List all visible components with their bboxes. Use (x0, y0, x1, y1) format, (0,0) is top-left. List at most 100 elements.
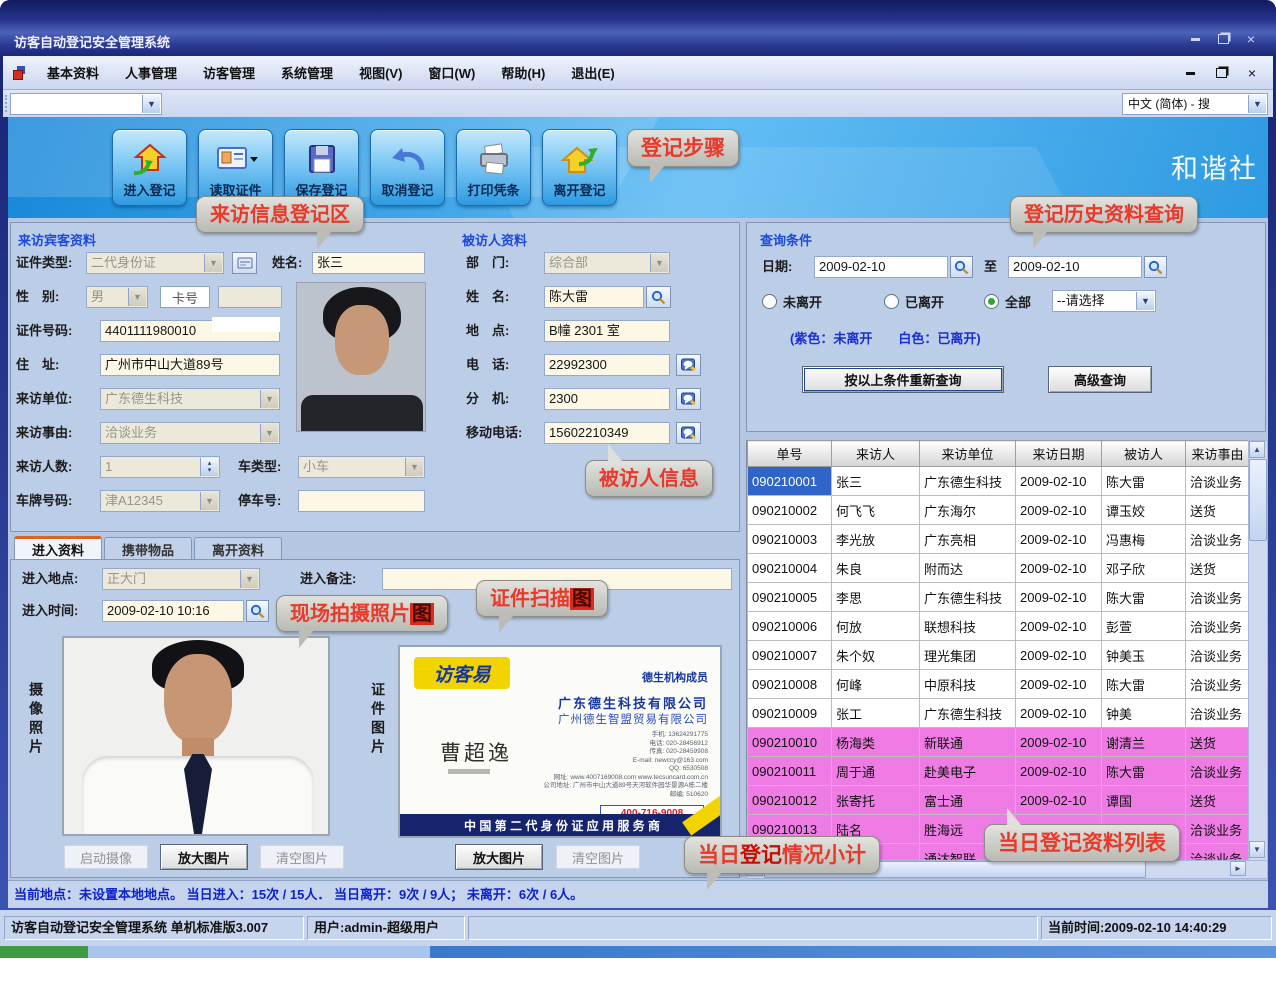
cell-visitor[interactable]: 周于通 (832, 757, 920, 786)
cell-reason[interactable]: 洽谈业务 (1186, 612, 1250, 641)
cell-company[interactable]: 附而达 (920, 554, 1016, 583)
col-header-id[interactable]: 单号 (748, 441, 832, 467)
menu-item-hr[interactable]: 人事管理 (112, 56, 190, 89)
table-row[interactable]: 090210002何飞飞广东海尔2009-02-10谭玉姣送货 (748, 496, 1250, 525)
cell-reason[interactable]: 送货 (1186, 728, 1250, 757)
cell-date[interactable]: 2009-02-10 (1016, 699, 1102, 728)
place-input[interactable]: B幢 2301 室 (544, 320, 670, 342)
cell-host[interactable]: 钟美 (1102, 699, 1186, 728)
col-header-date[interactable]: 来访日期 (1016, 441, 1102, 467)
address-input[interactable]: 广州市中山大道89号 (100, 354, 280, 376)
id-type-combobox[interactable]: 二代身份证 ▼ (86, 252, 224, 274)
gender-combobox[interactable]: 男 ▼ (86, 286, 148, 308)
chevron-down-icon[interactable]: ▼ (260, 424, 278, 442)
cell-reason[interactable]: 送货 (1186, 554, 1250, 583)
cell-date[interactable]: 2009-02-10 (1016, 554, 1102, 583)
cell-reason[interactable]: 洽谈业务 (1186, 815, 1250, 844)
print-slip-button[interactable]: 打印凭条 (456, 129, 531, 206)
cell-date[interactable]: 2009-02-10 (1016, 583, 1102, 612)
table-row[interactable]: 090210001张三广东德生科技2009-02-10陈大雷洽谈业务 (748, 467, 1250, 496)
cell-host[interactable]: 陈大雷 (1102, 467, 1186, 496)
enter-location-combobox[interactable]: 正大门 ▼ (102, 568, 260, 590)
cell-date[interactable]: 2009-02-10 (1016, 467, 1102, 496)
cell-visitor[interactable]: 何峰 (832, 670, 920, 699)
cell-company[interactable]: 广东亮相 (920, 525, 1016, 554)
cell-host[interactable]: 陈大雷 (1102, 757, 1186, 786)
extension-input[interactable]: 2300 (544, 388, 670, 410)
col-header-host[interactable]: 被访人 (1102, 441, 1186, 467)
requery-button[interactable]: 按以上条件重新查询 (802, 366, 1004, 393)
phone-input[interactable]: 22992300 (544, 354, 670, 376)
cell-company[interactable]: 广东德生科技 (920, 583, 1016, 612)
enter-time-input[interactable]: 2009-02-10 10:16 (102, 600, 244, 622)
table-row[interactable]: 090210010杨海类新联通2009-02-10谢清兰送货 (748, 728, 1250, 757)
cell-date[interactable]: 2009-02-10 (1016, 728, 1102, 757)
cell-visitor[interactable]: 朱良 (832, 554, 920, 583)
cell-company[interactable]: 理光集团 (920, 641, 1016, 670)
menu-item-window[interactable]: 窗口(W) (415, 56, 488, 89)
chevron-down-icon[interactable]: ▼ (128, 288, 146, 306)
cell-company[interactable]: 新联通 (920, 728, 1016, 757)
menu-item-exit[interactable]: 退出(E) (558, 56, 627, 89)
cell-reason[interactable]: 洽谈业务 (1186, 641, 1250, 670)
cell-id[interactable]: 090210011 (748, 757, 832, 786)
tab-carried-items[interactable]: 携带物品 (104, 537, 192, 560)
table-row[interactable]: 090210011周于通赴美电子2009-02-10陈大雷洽谈业务 (748, 757, 1250, 786)
enter-register-button[interactable]: 进入登记 (112, 129, 187, 206)
visitor-name-input[interactable]: 张三 (312, 252, 425, 274)
advanced-query-button[interactable]: 高级查询 (1048, 366, 1152, 393)
toolbar-grip[interactable] (5, 95, 8, 112)
cell-reason[interactable]: 洽谈业务 (1186, 757, 1250, 786)
chevron-down-icon[interactable]: ▼ (142, 95, 160, 113)
cell-reason[interactable]: 洽谈业务 (1186, 699, 1250, 728)
cell-id[interactable]: 090210010 (748, 728, 832, 757)
date-to-input[interactable]: 2009-02-10 (1008, 256, 1142, 278)
sms-ext-icon-button[interactable] (676, 388, 701, 410)
cell-visitor[interactable]: 何飞飞 (832, 496, 920, 525)
cell-id[interactable]: 090210012 (748, 786, 832, 815)
table-row[interactable]: 090210007朱个奴理光集团2009-02-10钟美玉洽谈业务 (748, 641, 1250, 670)
cell-company[interactable]: 广东德生科技 (920, 699, 1016, 728)
cell-host[interactable]: 谢清兰 (1102, 728, 1186, 757)
vscroll-thumb[interactable] (1249, 459, 1267, 541)
table-row[interactable]: 090210005李思广东德生科技2009-02-10陈大雷洽谈业务 (748, 583, 1250, 612)
col-header-visitor[interactable]: 来访人 (832, 441, 920, 467)
chevron-down-icon[interactable]: ▼ (405, 458, 423, 476)
cell-date[interactable]: 2009-02-10 (1016, 670, 1102, 699)
cell-visitor[interactable]: 张寄托 (832, 786, 920, 815)
cell-id[interactable]: 090210001 (748, 467, 832, 496)
read-card-icon-button[interactable] (232, 252, 257, 274)
cell-company[interactable]: 赴美电子 (920, 757, 1016, 786)
cell-host[interactable]: 谭国 (1102, 786, 1186, 815)
restore-icon[interactable] (1212, 30, 1234, 48)
cell-reason[interactable]: 洽谈业务 (1186, 583, 1250, 612)
card-number-input[interactable] (218, 286, 282, 308)
cell-id[interactable]: 090210009 (748, 699, 832, 728)
cell-reason[interactable]: 洽谈业务 (1186, 525, 1250, 554)
quick-search-combobox[interactable]: ▼ (10, 93, 162, 115)
cell-visitor[interactable]: 朱个奴 (832, 641, 920, 670)
cell-visitor[interactable]: 李光放 (832, 525, 920, 554)
table-row[interactable]: 090210008何峰中原科技2009-02-10陈大雷洽谈业务 (748, 670, 1250, 699)
cell-date[interactable]: 2009-02-10 (1016, 496, 1102, 525)
cell-date[interactable]: 2009-02-10 (1016, 641, 1102, 670)
mdi-close-icon[interactable]: × (1241, 64, 1263, 82)
cell-visitor[interactable]: 张工 (832, 699, 920, 728)
cell-date[interactable]: 2009-02-10 (1016, 612, 1102, 641)
cell-visitor[interactable]: 李思 (832, 583, 920, 612)
cell-company[interactable]: 联想科技 (920, 612, 1016, 641)
mobile-input[interactable]: 15602210349 (544, 422, 670, 444)
host-search-icon-button[interactable] (646, 286, 671, 308)
cell-reason[interactable]: 洽谈业务 (1186, 467, 1250, 496)
cancel-register-button[interactable]: 取消登记 (370, 129, 445, 206)
clear-scan-button[interactable]: 清空图片 (556, 845, 640, 869)
table-row[interactable]: 090210004朱良附而达2009-02-10邓子欣送货 (748, 554, 1250, 583)
cell-id[interactable]: 090210005 (748, 583, 832, 612)
cell-host[interactable]: 谭玉姣 (1102, 496, 1186, 525)
leave-register-button[interactable]: 离开登记 (542, 129, 617, 206)
cell-host[interactable]: 钟美玉 (1102, 641, 1186, 670)
parking-number-input[interactable] (298, 490, 425, 512)
cell-id[interactable]: 090210004 (748, 554, 832, 583)
cell-visitor[interactable]: 何放 (832, 612, 920, 641)
cell-id[interactable]: 090210006 (748, 612, 832, 641)
